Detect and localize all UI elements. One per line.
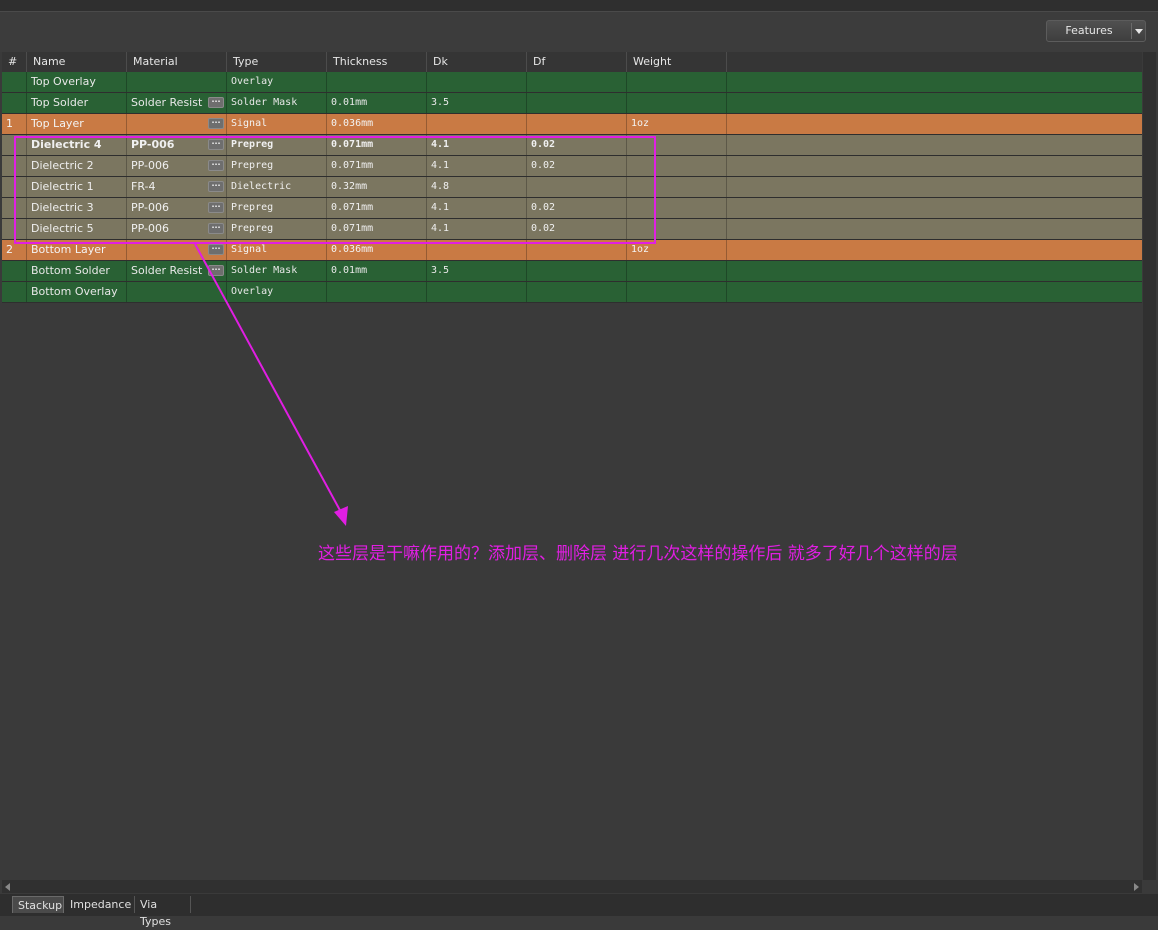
annotation-arrow: [194, 243, 348, 526]
annotation-text: 这些层是干嘛作用的？添加层、删除层 进行几次这样的操作后 就多了好几个这样的层: [318, 544, 958, 564]
